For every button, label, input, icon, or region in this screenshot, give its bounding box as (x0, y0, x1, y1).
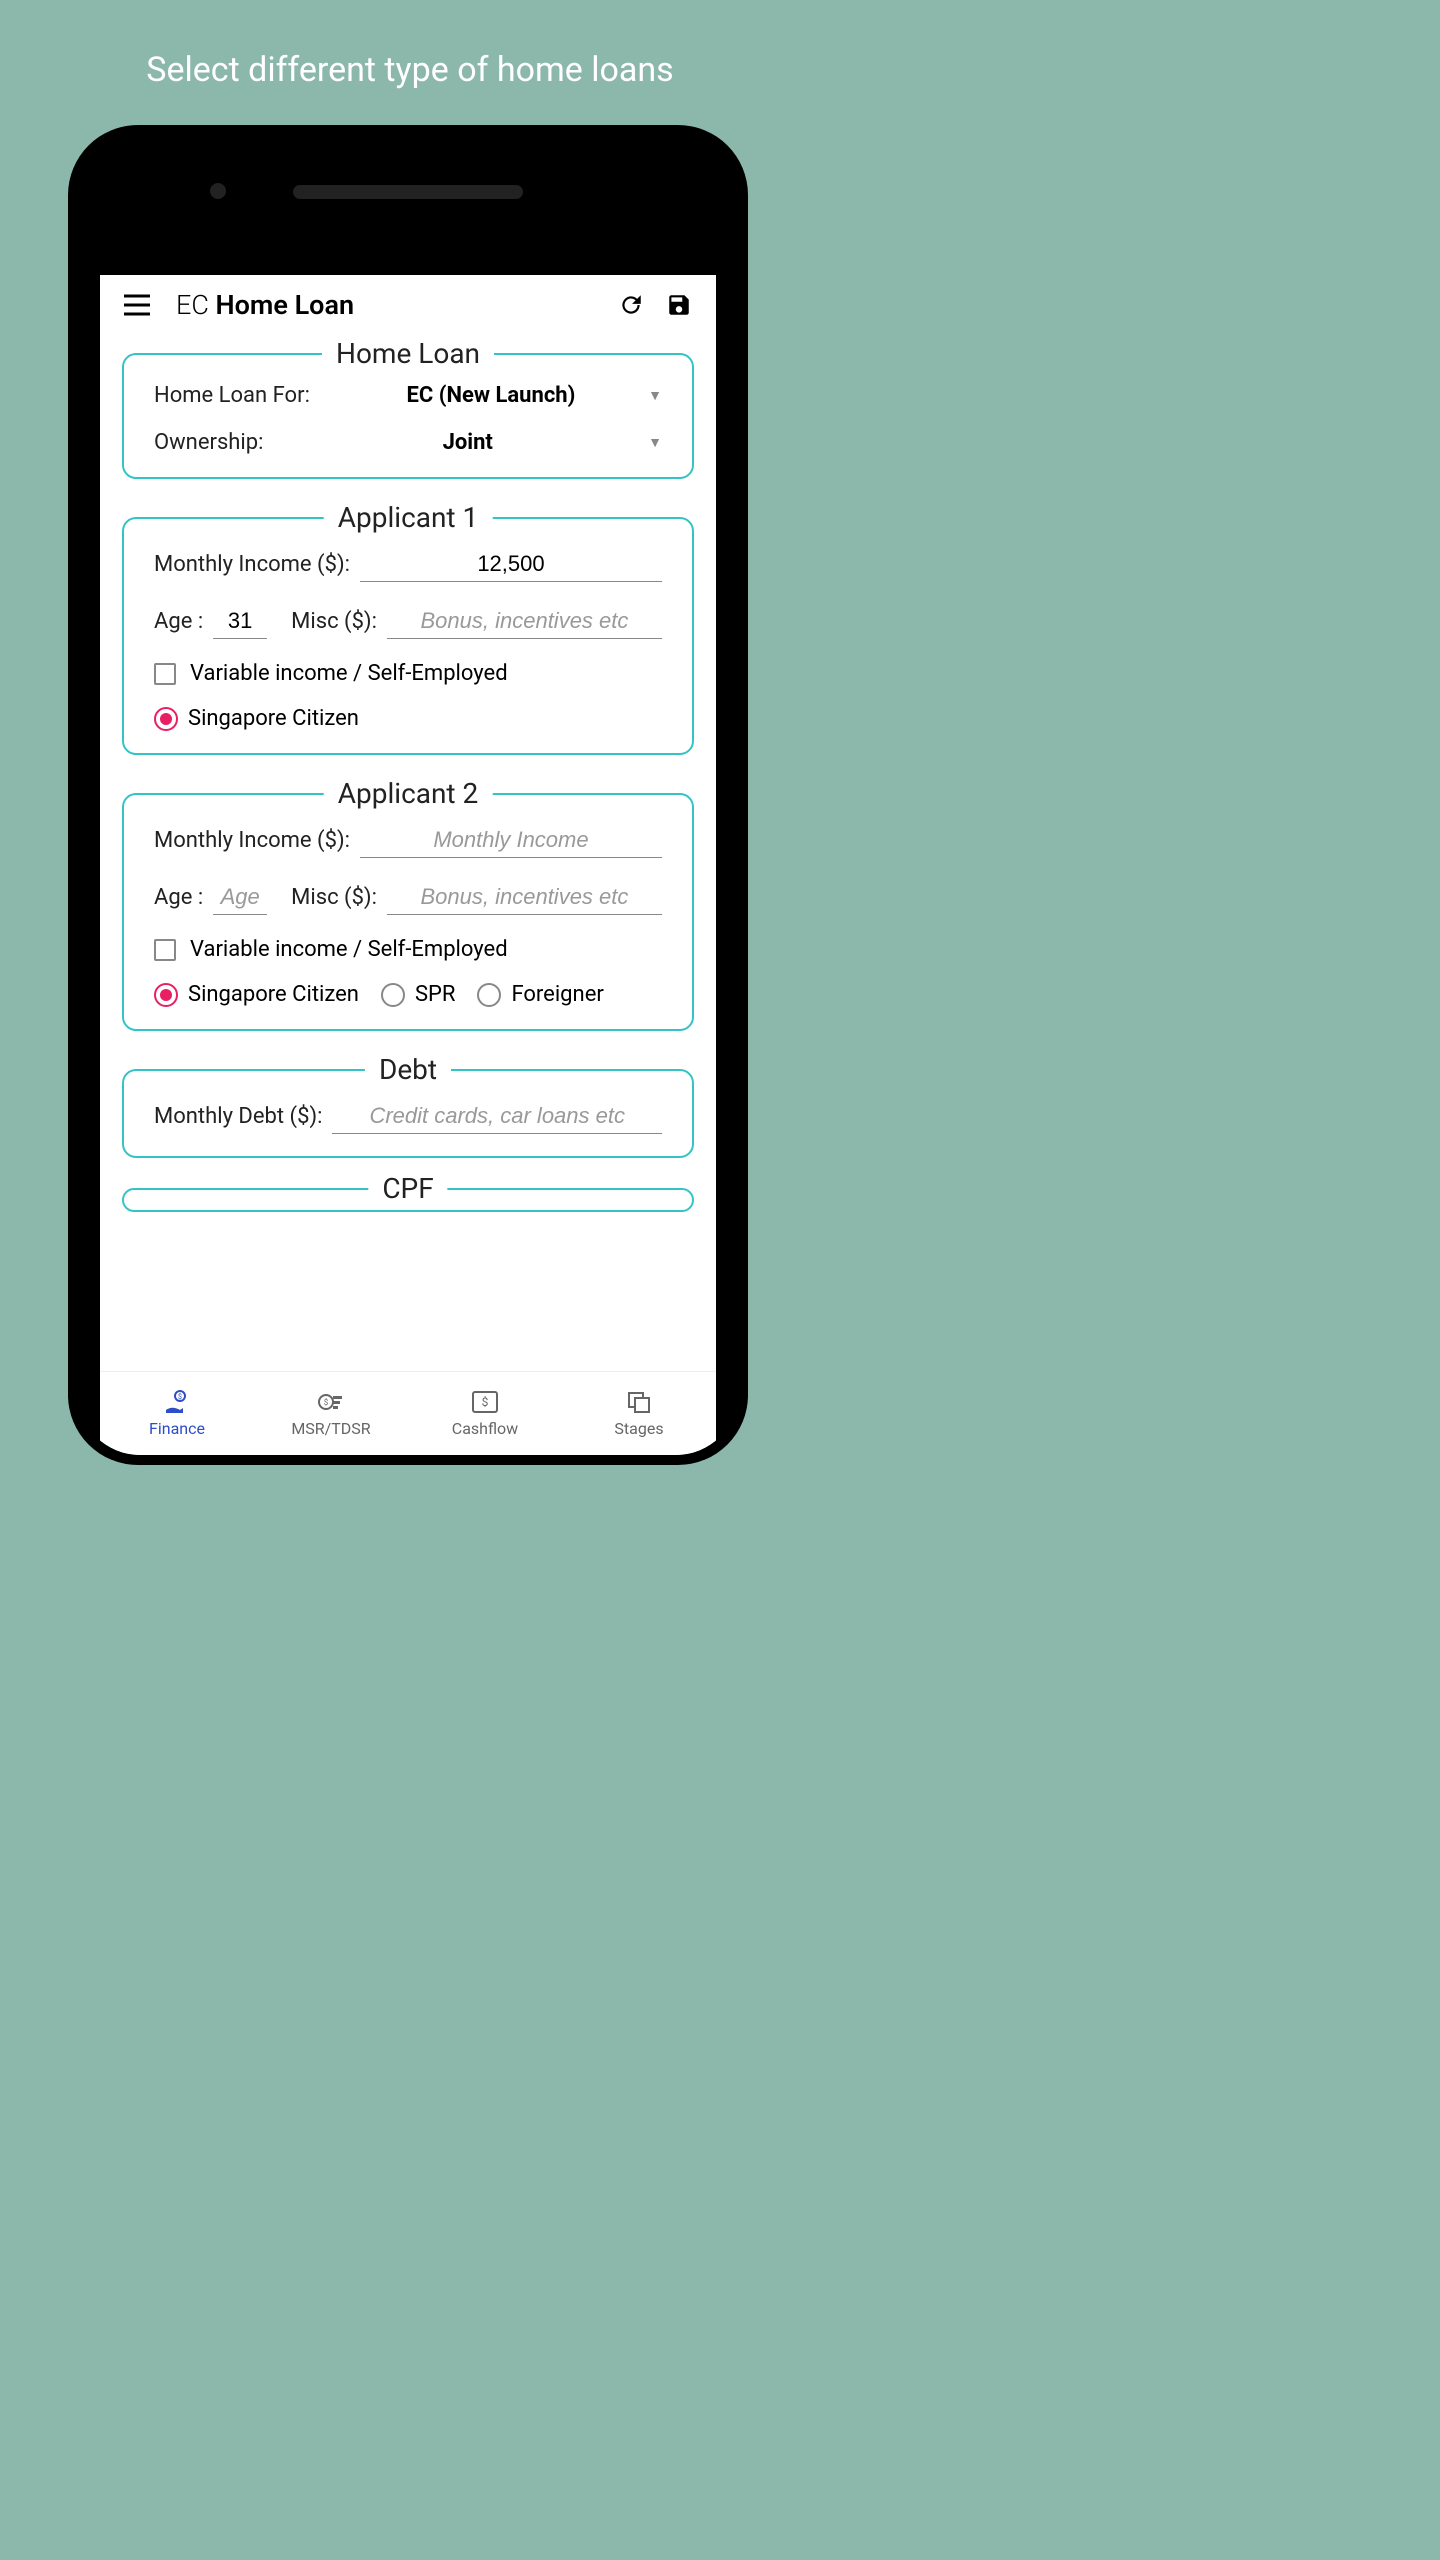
a1-citizen-radio[interactable]: Singapore Citizen (154, 706, 359, 731)
a2-age-input[interactable] (213, 880, 267, 915)
bottom-nav: $ Finance $ MSR/TDSR $ Cashflow (100, 1371, 716, 1455)
svg-text:$: $ (482, 1395, 489, 1409)
nav-cashflow[interactable]: $ Cashflow (408, 1372, 562, 1455)
svg-text:$: $ (324, 1398, 329, 1407)
a2-spr-radio[interactable]: SPR (381, 982, 456, 1007)
a2-citizen-radio[interactable]: Singapore Citizen (154, 982, 359, 1007)
finance-icon: $ (162, 1389, 192, 1415)
app-title: EC Home Loan (176, 289, 354, 321)
a1-income-label: Monthly Income ($): (154, 552, 350, 577)
svg-text:$: $ (178, 1393, 182, 1401)
home-loan-section: Home Loan Home Loan For: EC (New Launch)… (122, 353, 694, 479)
a2-income-input[interactable] (360, 823, 662, 858)
a2-misc-label: Misc ($): (291, 885, 377, 910)
phone-frame: EC Home Loan Home Loan Home Loan For: (68, 125, 748, 1465)
phone-camera (210, 183, 226, 199)
stages-icon (624, 1389, 654, 1415)
promo-title: Select different type of home loans (0, 0, 820, 90)
save-icon[interactable] (664, 290, 694, 320)
home-loan-legend: Home Loan (322, 337, 494, 370)
nav-finance[interactable]: $ Finance (100, 1372, 254, 1455)
loan-for-dropdown[interactable]: EC (New Launch) ▼ (320, 383, 662, 408)
a1-age-label: Age : (154, 609, 203, 634)
debt-section: Debt Monthly Debt ($): (122, 1069, 694, 1158)
a1-variable-checkbox[interactable] (154, 663, 176, 685)
a1-variable-label: Variable income / Self-Employed (190, 661, 508, 686)
debt-input[interactable] (332, 1099, 662, 1134)
chevron-down-icon: ▼ (648, 434, 662, 451)
cpf-legend: CPF (368, 1172, 447, 1205)
hamburger-icon[interactable] (122, 290, 152, 320)
a2-foreigner-radio[interactable]: Foreigner (477, 982, 603, 1007)
a2-variable-label: Variable income / Self-Employed (190, 937, 508, 962)
cpf-section: CPF (122, 1188, 694, 1212)
a2-variable-checkbox[interactable] (154, 939, 176, 961)
toolbar: EC Home Loan (100, 275, 716, 331)
debt-label: Monthly Debt ($): (154, 1104, 322, 1129)
a1-misc-label: Misc ($): (291, 609, 377, 634)
a1-misc-input[interactable] (387, 604, 662, 639)
msr-icon: $ (316, 1389, 346, 1415)
a2-misc-input[interactable] (387, 880, 662, 915)
cashflow-icon: $ (470, 1389, 500, 1415)
app-screen: EC Home Loan Home Loan Home Loan For: (100, 275, 716, 1455)
applicant2-section: Applicant 2 Monthly Income ($): Age : Mi… (122, 793, 694, 1031)
a1-income-input[interactable] (360, 547, 662, 582)
a1-age-input[interactable] (213, 604, 267, 639)
phone-speaker (293, 185, 523, 199)
ownership-dropdown[interactable]: Joint ▼ (273, 430, 662, 455)
refresh-icon[interactable] (616, 290, 646, 320)
applicant2-legend: Applicant 2 (324, 777, 493, 810)
debt-legend: Debt (365, 1053, 451, 1086)
loan-for-label: Home Loan For: (154, 383, 310, 408)
ownership-label: Ownership: (154, 430, 263, 455)
a2-income-label: Monthly Income ($): (154, 828, 350, 853)
chevron-down-icon: ▼ (648, 387, 662, 404)
nav-msr[interactable]: $ MSR/TDSR (254, 1372, 408, 1455)
applicant1-legend: Applicant 1 (324, 501, 493, 534)
a2-age-label: Age : (154, 885, 203, 910)
applicant1-section: Applicant 1 Monthly Income ($): Age : Mi… (122, 517, 694, 755)
nav-stages[interactable]: Stages (562, 1372, 716, 1455)
